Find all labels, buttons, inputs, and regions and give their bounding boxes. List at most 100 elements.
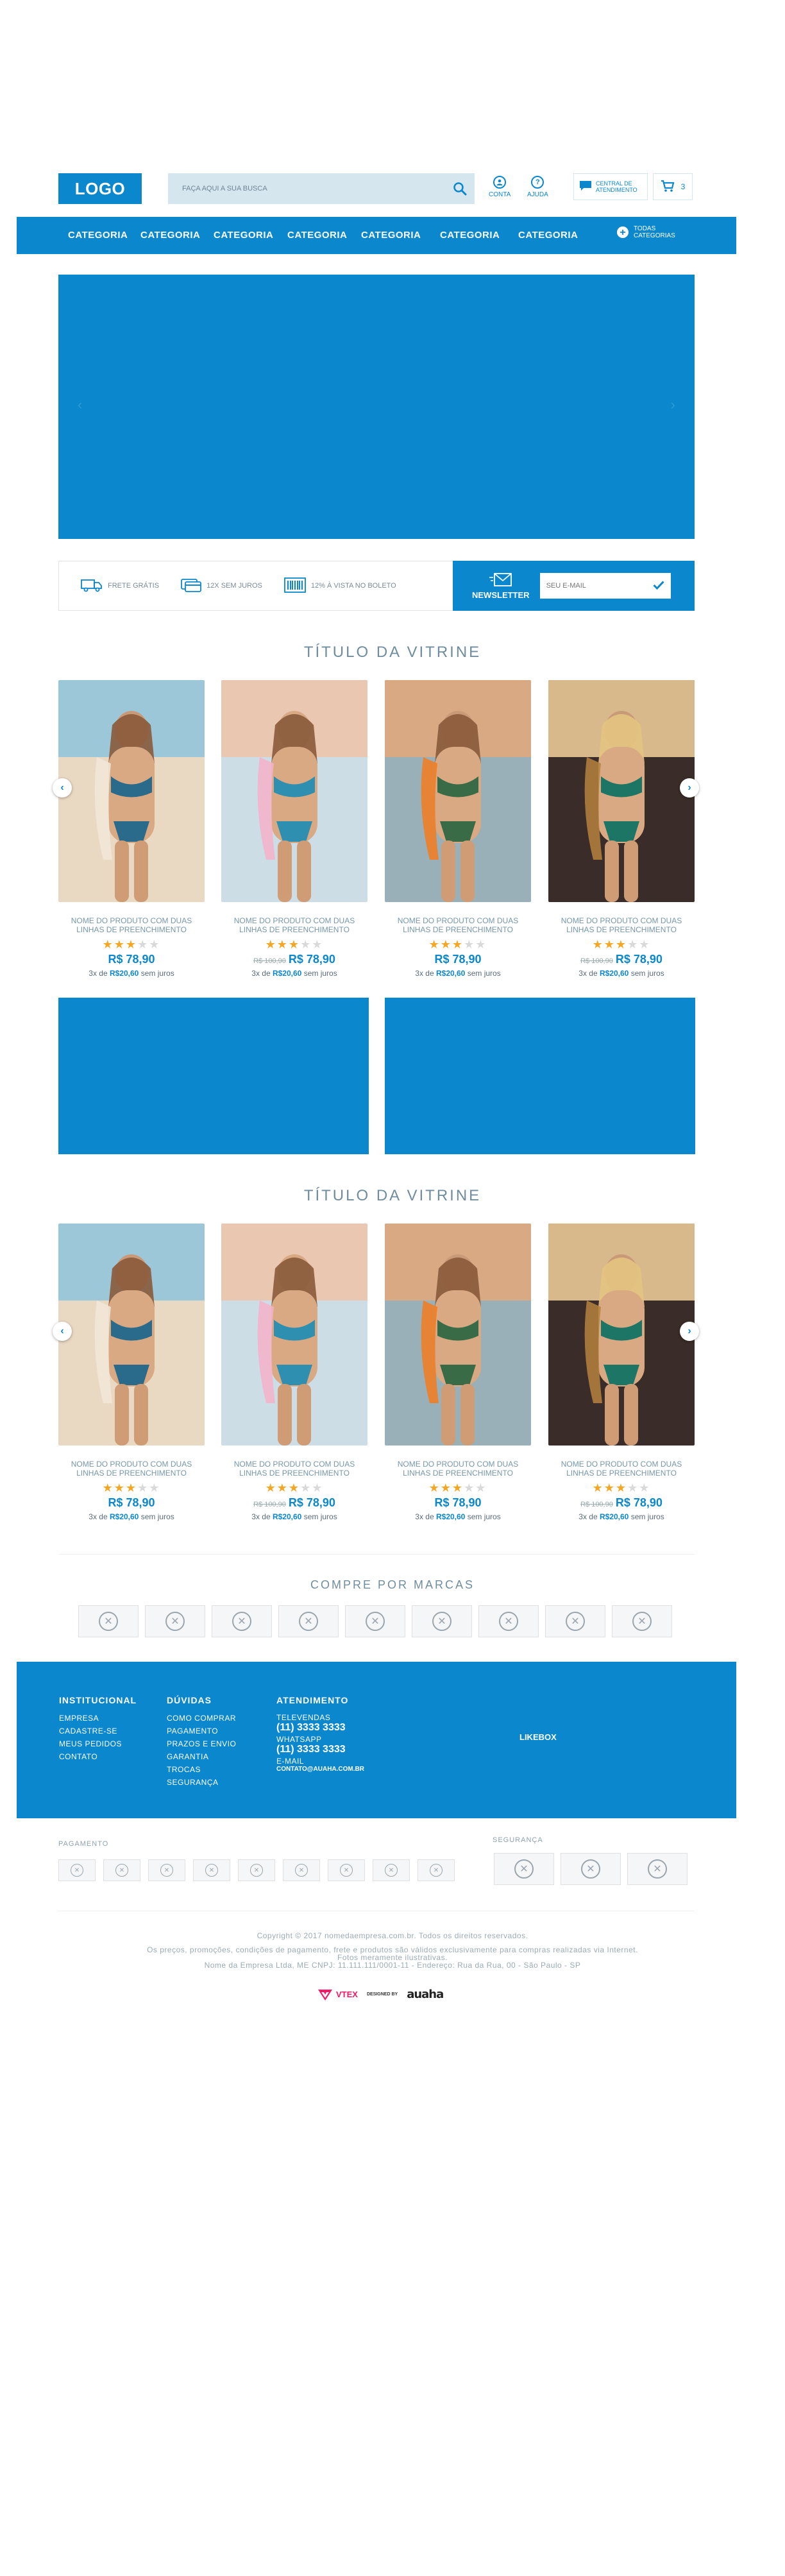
product-card[interactable]: NOME DO PRODUTO COM DUAS LINHAS DE PREEN… (58, 680, 205, 978)
footer-link[interactable]: SEGURANÇA (167, 1776, 236, 1789)
shelf-next-arrow-icon[interactable]: › (680, 1322, 699, 1341)
product-name[interactable]: NOME DO PRODUTO COM DUAS LINHAS DE PREEN… (221, 1460, 367, 1478)
footer-link[interactable]: COMO COMPRAR (167, 1712, 236, 1725)
star-empty-icon: ★ (464, 1481, 476, 1494)
nav-category-1[interactable]: CATEGORIA (68, 217, 128, 254)
product-name[interactable]: NOME DO PRODUTO COM DUAS LINHAS DE PREEN… (58, 916, 205, 934)
product-card[interactable]: NOME DO PRODUTO COM DUAS LINHAS DE PREEN… (548, 1224, 695, 1521)
product-image[interactable] (385, 680, 531, 902)
customer-service-label: CENTRAL DE ATENDIMENTO (596, 180, 637, 193)
footer-link[interactable]: TROCAS (167, 1763, 236, 1776)
customer-service-link[interactable]: CENTRAL DE ATENDIMENTO (573, 173, 648, 200)
benefit-label: FRETE GRÁTIS (108, 582, 160, 590)
nav-category-2[interactable]: CATEGORIA (140, 217, 200, 254)
nav-category-4[interactable]: CATEGORIA (287, 217, 347, 254)
product-image[interactable] (221, 680, 367, 902)
nav-category-3[interactable]: CATEGORIA (214, 217, 273, 254)
envelope-icon (489, 572, 512, 590)
brand-logo[interactable]: ✕ (612, 1605, 672, 1637)
all-categories-button[interactable]: + TODAS CATEGORIAS (617, 225, 675, 239)
newsletter-email-input[interactable] (546, 582, 643, 590)
banner-next-arrow-icon[interactable]: › (671, 397, 675, 413)
benefit-free-shipping: FRETE GRÁTIS (81, 578, 159, 594)
installments-prefix: 3x de (89, 1512, 108, 1521)
payment-method-logo: ✕ (193, 1859, 230, 1881)
televendas-phone[interactable]: (11) 3333 3333 (276, 1722, 364, 1734)
footer-col-institutional: INSTITUCIONAL EMPRESA CADASTRE-SE MEUS PED… (59, 1695, 137, 1763)
mini-banner-left[interactable] (58, 998, 369, 1154)
likebox[interactable]: LIKEBOX (519, 1732, 557, 1742)
product-card[interactable]: NOME DO PRODUTO COM DUAS LINHAS DE PREEN… (385, 680, 531, 978)
star-filled-icon: ★ (125, 1481, 138, 1494)
footer-link[interactable]: CONTATO (59, 1750, 137, 1763)
footer-link[interactable]: PAGAMENTO (167, 1725, 236, 1737)
shelf-prev-arrow-icon[interactable]: ‹ (53, 1322, 72, 1341)
brand-logo[interactable]: ✕ (278, 1605, 339, 1637)
nav-category-6[interactable]: CATEGORIA (440, 217, 500, 254)
shelf-next-arrow-icon[interactable]: › (680, 778, 699, 798)
product-image[interactable] (548, 680, 695, 902)
star-filled-icon: ★ (265, 1481, 277, 1494)
installments-value: R$20,60 (599, 1512, 629, 1521)
brand-logo[interactable]: ✕ (212, 1605, 272, 1637)
brand-logo[interactable]: ✕ (345, 1605, 405, 1637)
product-name[interactable]: NOME DO PRODUTO COM DUAS LINHAS DE PREEN… (58, 1460, 205, 1478)
brand-logo[interactable]: ✕ (545, 1605, 605, 1637)
banner-prev-arrow-icon[interactable]: ‹ (78, 397, 82, 413)
brands-title: COMPRE POR MARCAS (310, 1578, 475, 1591)
product-name[interactable]: NOME DO PRODUTO COM DUAS LINHAS DE PREEN… (548, 1460, 695, 1478)
product-card[interactable]: NOME DO PRODUTO COM DUAS LINHAS DE PREEN… (548, 680, 695, 978)
payment-method-logo: ✕ (328, 1859, 365, 1881)
shelf-prev-arrow-icon[interactable]: ‹ (53, 778, 72, 798)
auaha-logo[interactable]: auaha (407, 1988, 444, 2001)
footer-link[interactable]: EMPRESA (59, 1712, 137, 1725)
customer-service-line1: CENTRAL DE (596, 180, 632, 187)
footer-link[interactable]: CADASTRE-SE (59, 1725, 137, 1737)
footer-link[interactable]: PRAZOS E ENVIO (167, 1737, 236, 1750)
product-name[interactable]: NOME DO PRODUTO COM DUAS LINHAS DE PREEN… (385, 1460, 531, 1478)
brand-logo[interactable]: ✕ (412, 1605, 472, 1637)
search-input[interactable] (182, 185, 413, 192)
product-image[interactable] (221, 1224, 367, 1446)
product-image[interactable] (548, 1224, 695, 1446)
search-icon[interactable] (453, 182, 467, 196)
product-name[interactable]: NOME DO PRODUTO COM DUAS LINHAS DE PREEN… (548, 916, 695, 934)
footer-link[interactable]: MEUS PEDIDOS (59, 1737, 137, 1750)
help-link[interactable]: ? AJUDA (527, 176, 548, 198)
security-seal[interactable]: ✕ (627, 1853, 688, 1885)
footer-link[interactable]: GARANTIA (167, 1750, 236, 1763)
nav-category-7[interactable]: CATEGORIA (518, 217, 578, 254)
benefit-label: 12X SEM JUROS (207, 582, 262, 590)
placeholder-x-icon: ✕ (250, 1864, 263, 1877)
product-image[interactable] (58, 680, 205, 902)
hero-banner[interactable]: ‹ › (58, 275, 695, 539)
brand-logo[interactable]: ✕ (145, 1605, 205, 1637)
product-card[interactable]: NOME DO PRODUTO COM DUAS LINHAS DE PREEN… (58, 1224, 205, 1521)
brand-logo[interactable]: ✕ (478, 1605, 539, 1637)
brand-logo[interactable]: ✕ (78, 1605, 139, 1637)
product-image[interactable] (58, 1224, 205, 1446)
mini-banner-right[interactable] (385, 998, 695, 1154)
whatsapp-phone[interactable]: (11) 3333 3333 (276, 1744, 364, 1755)
nav-category-5[interactable]: CATEGORIA (361, 217, 421, 254)
vtex-logo[interactable]: VTEX (317, 1988, 358, 2001)
security-seal[interactable]: ✕ (494, 1853, 554, 1885)
payment-method-logo: ✕ (103, 1859, 140, 1881)
logo[interactable]: LOGO (58, 173, 142, 204)
security-seal[interactable]: ✕ (561, 1853, 621, 1885)
cart-count: 3 (680, 182, 686, 191)
user-icon (493, 176, 507, 189)
product-rating: ★★★★★ (548, 1481, 695, 1495)
product-name[interactable]: NOME DO PRODUTO COM DUAS LINHAS DE PREEN… (385, 916, 531, 934)
cart-button[interactable]: 3 (653, 173, 693, 200)
placeholder-x-icon: ✕ (648, 1859, 667, 1879)
email-link[interactable]: CONTATO@AUAHA.COM.BR (276, 1766, 364, 1773)
check-icon[interactable] (653, 579, 664, 593)
product-card[interactable]: NOME DO PRODUTO COM DUAS LINHAS DE PREEN… (385, 1224, 531, 1521)
product-name[interactable]: NOME DO PRODUTO COM DUAS LINHAS DE PREEN… (221, 916, 367, 934)
televendas-label: TELEVENDAS (276, 1713, 331, 1722)
product-card[interactable]: NOME DO PRODUTO COM DUAS LINHAS DE PREEN… (221, 680, 367, 978)
account-link[interactable]: CONTA (489, 176, 511, 198)
product-image[interactable] (385, 1224, 531, 1446)
product-card[interactable]: NOME DO PRODUTO COM DUAS LINHAS DE PREEN… (221, 1224, 367, 1521)
